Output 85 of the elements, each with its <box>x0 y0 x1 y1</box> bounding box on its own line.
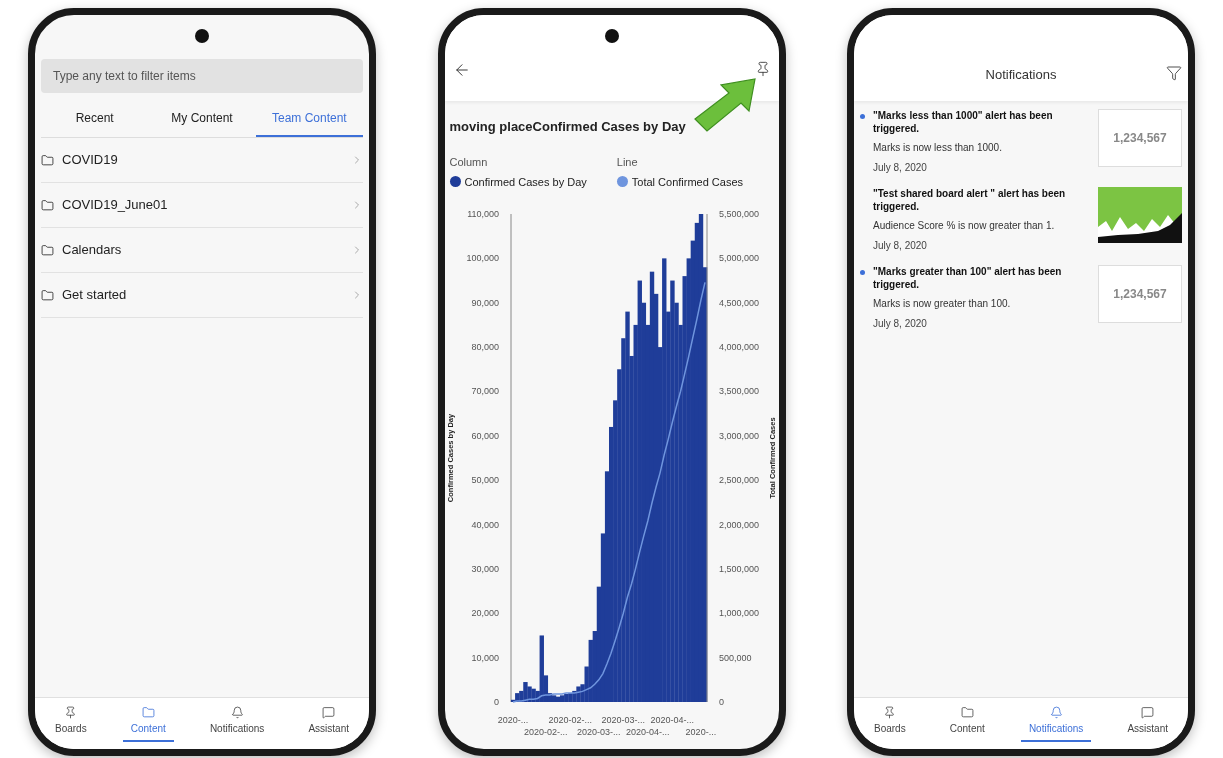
notification-title: "Test shared board alert " alert has been triggered. <box>873 187 1067 213</box>
pin-icon <box>883 706 897 719</box>
notification-message: Marks is now less than 1000. <box>873 141 1003 155</box>
legend-label: Confirmed Cases by Day <box>464 174 587 190</box>
y-tick-label: 5,500,000 <box>718 209 759 219</box>
y-tick-label: 10,000 <box>470 652 499 663</box>
y-tick-label: 20,000 <box>470 608 499 619</box>
chart-title: moving placeConfirmed Cases by Day <box>448 117 687 136</box>
y-tick-label: 1,500,000 <box>718 563 759 574</box>
pin-icon <box>64 706 78 719</box>
chat-icon <box>322 706 336 719</box>
legend-label: Total Confirmed Cases <box>631 174 744 190</box>
notification-date: July 8, 2020 <box>873 161 928 175</box>
notification-title: "Marks less than 1000" alert has been triggered. <box>873 109 1054 135</box>
y-tick-label: 1,000,000 <box>718 608 759 619</box>
notification-item[interactable]: "Test shared board alert " alert has been triggered. Audience Score % is now greater than 1. July 8, 2020 <box>860 187 1182 253</box>
x-tick-label: 2020-04-... <box>650 715 694 725</box>
filter-icon[interactable] <box>1166 65 1182 81</box>
search-field[interactable]: Type any text to filter items <box>41 59 363 93</box>
y-tick-label: 30,000 <box>470 563 499 574</box>
screen-title: Notifications <box>985 66 1057 84</box>
kpi-value: 1,234,567 <box>1113 130 1167 147</box>
notification-message: Audience Score % is now greater than 1. <box>873 219 1056 233</box>
kpi-value: 1,234,567 <box>1113 286 1167 303</box>
y-tick-label: 500,000 <box>718 652 752 663</box>
nav-tab[interactable]: Assistant <box>300 706 357 742</box>
y-tick-label: 0 <box>718 697 724 707</box>
nav-tab[interactable]: Boards <box>866 706 914 742</box>
nav-tab[interactable]: Notifications <box>201 706 273 742</box>
filter-tab[interactable]: Recent <box>41 101 149 137</box>
notification-title: "Marks greater than 100" alert has been triggered. <box>873 265 1063 291</box>
filter-tab[interactable]: My Content <box>148 101 256 137</box>
legend-group-label: Column <box>449 155 489 170</box>
bell-icon <box>1049 706 1063 719</box>
folder-row[interactable]: Get started <box>41 273 363 318</box>
folder-name: COVID19_June01 <box>62 196 168 215</box>
folder-icon <box>141 706 155 719</box>
notification-date: July 8, 2020 <box>873 317 928 331</box>
x-tick-label: 2020-02-... <box>523 727 567 737</box>
bell-icon <box>230 706 244 719</box>
folder-name: Calendars <box>62 241 122 260</box>
nav-tab[interactable]: Content <box>122 706 174 742</box>
y-tick-label: 0 <box>493 697 499 707</box>
folder-icon <box>41 198 54 212</box>
nav-tab[interactable]: Boards <box>47 706 95 742</box>
y-tick-label: 2,000,000 <box>718 519 759 530</box>
y-tick-label: 50,000 <box>470 475 499 486</box>
y-tick-label: 100,000 <box>465 253 499 264</box>
y-tick-label: 40,000 <box>470 519 499 530</box>
notification-item[interactable]: "Marks less than 1000" alert has been triggered. Marks is now less than 1000. July 8, 2020 1,234,567 <box>860 109 1182 175</box>
notification-date: July 8, 2020 <box>873 239 928 253</box>
notification-item[interactable]: "Marks greater than 100" alert has been triggered. Marks is now greater than 100. July 8, 2020 1,234,567 <box>860 265 1182 331</box>
folder-icon <box>41 243 54 257</box>
y-tick-label: 60,000 <box>470 430 499 441</box>
x-tick-label: 2020-03-... <box>576 727 621 737</box>
x-tick-label: 2020-02-... <box>547 715 592 725</box>
y-tick-label: 4,000,000 <box>718 342 759 353</box>
y-tick-label: 4,500,000 <box>718 297 759 308</box>
x-tick-label: 2020-04-... <box>625 727 670 737</box>
folder-name: Get started <box>62 286 127 305</box>
x-tick-label: 2020-03-... <box>601 715 645 725</box>
folder-icon <box>960 706 974 719</box>
y-tick-label: 70,000 <box>470 386 499 397</box>
legend-group-label: Line <box>616 155 639 170</box>
y-tick-label: 3,000,000 <box>718 430 759 441</box>
y-tick-label: 110,000 <box>466 209 499 219</box>
x-tick-label: 2020-... <box>497 715 528 725</box>
y-tick-label: 3,500,000 <box>718 386 759 397</box>
nav-tab[interactable]: Content <box>941 706 993 742</box>
folder-row[interactable]: COVID19_June01 <box>41 183 363 228</box>
notification-message: Marks is now greater than 100. <box>873 297 1012 311</box>
filter-tab[interactable]: Team Content <box>255 101 363 137</box>
y-tick-label: 80,000 <box>470 342 499 353</box>
y-tick-label: 90,000 <box>470 297 499 308</box>
x-tick-label: 2020-... <box>685 727 716 737</box>
folder-icon <box>41 288 54 302</box>
folder-row[interactable]: COVID19 <box>41 138 363 183</box>
folder-icon <box>41 153 54 167</box>
chat-icon <box>1141 706 1155 719</box>
y-tick-label: 5,000,000 <box>718 253 759 264</box>
nav-tab[interactable]: Notifications <box>1020 706 1092 742</box>
y-tick-label: 2,500,000 <box>718 475 759 486</box>
folder-row[interactable]: Calendars <box>41 228 363 273</box>
folder-name: COVID19 <box>62 151 118 170</box>
nav-tab[interactable]: Assistant <box>1119 706 1176 742</box>
